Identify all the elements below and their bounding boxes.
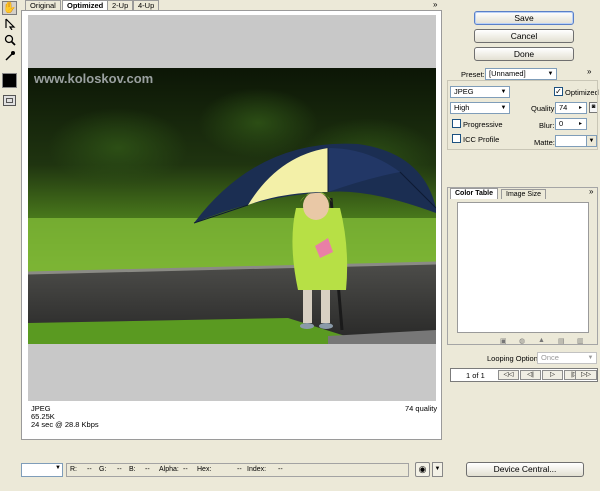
save-button[interactable]: Save bbox=[474, 11, 574, 25]
eyedropper-icon[interactable] bbox=[2, 49, 17, 63]
color-swatch[interactable] bbox=[2, 73, 17, 88]
frame-counter: 1 of 1 bbox=[466, 371, 485, 380]
preset-select[interactable]: [Unnamed] ▼ bbox=[485, 68, 557, 80]
looping-value: Once bbox=[541, 353, 559, 362]
index-value: -- bbox=[278, 466, 283, 473]
r-label: R: bbox=[70, 466, 77, 473]
preset-value: [Unnamed] bbox=[489, 69, 526, 78]
trash-icon[interactable]: ▥ bbox=[577, 337, 584, 345]
index-label: Index: bbox=[247, 466, 267, 473]
zoom-icon[interactable] bbox=[2, 33, 17, 47]
alpha-value: -- bbox=[183, 466, 188, 473]
last-frame-icon[interactable]: ▷▷ bbox=[575, 370, 597, 380]
r-value: -- bbox=[87, 466, 92, 473]
browser-menu-chevron-icon[interactable]: ▼ bbox=[432, 462, 443, 477]
prev-frame-icon[interactable]: ◁| bbox=[520, 370, 541, 380]
b-value: -- bbox=[145, 466, 150, 473]
preview-image: www.koloskov.com bbox=[28, 68, 436, 344]
b-label: B: bbox=[129, 466, 136, 473]
g-value: -- bbox=[117, 466, 122, 473]
slice-select-icon[interactable] bbox=[2, 17, 17, 31]
alpha-label: Alpha: bbox=[159, 466, 179, 473]
looping-select[interactable]: Once ▼ bbox=[537, 352, 597, 364]
chevron-down-icon: ▼ bbox=[587, 355, 594, 361]
color-readout: R: -- G: -- B: -- Alpha: -- Hex: -- Inde… bbox=[66, 463, 409, 477]
hex-label: Hex: bbox=[197, 466, 212, 473]
info-quality: 74 quality bbox=[405, 404, 438, 413]
color-table-menu-icon[interactable]: » bbox=[589, 187, 593, 196]
chevron-down-icon: ▼ bbox=[55, 465, 61, 471]
settings-group bbox=[447, 80, 598, 150]
done-button[interactable]: Done bbox=[474, 47, 574, 61]
watermark: www.koloskov.com bbox=[33, 71, 153, 86]
panel-menu-icon[interactable]: » bbox=[433, 0, 437, 9]
color-table-swatches[interactable] bbox=[457, 202, 589, 333]
zoom-select[interactable]: ▼ bbox=[21, 463, 63, 477]
first-frame-icon[interactable]: ◁◁ bbox=[498, 370, 519, 380]
browser-preview-icon[interactable]: ◉ bbox=[415, 462, 430, 477]
play-icon[interactable]: ▷ bbox=[542, 370, 563, 380]
tab-color-table[interactable]: Color Table bbox=[450, 188, 498, 199]
new-color-icon[interactable]: ▤ bbox=[558, 337, 565, 345]
tab-image-size[interactable]: Image Size bbox=[501, 189, 547, 199]
looping-label: Looping Options: bbox=[487, 354, 544, 363]
preset-label: Preset: bbox=[461, 70, 485, 79]
hex-value: -- bbox=[237, 466, 242, 473]
info-time: 24 sec @ 28.8 Kbps bbox=[31, 420, 99, 429]
device-central-button[interactable]: Device Central... bbox=[466, 462, 584, 477]
cancel-button[interactable]: Cancel bbox=[474, 29, 574, 43]
lock-color-icon[interactable]: ▲ bbox=[538, 337, 545, 344]
toggle-slices-icon[interactable] bbox=[3, 95, 16, 106]
map-transparent-icon[interactable]: ▣ bbox=[500, 337, 507, 345]
chevron-down-icon: ▼ bbox=[547, 71, 554, 77]
hand-icon[interactable]: ✋ bbox=[2, 1, 17, 15]
optimize-menu-icon[interactable]: » bbox=[587, 67, 591, 76]
web-snap-icon[interactable]: ◍ bbox=[519, 337, 525, 345]
g-label: G: bbox=[99, 466, 107, 473]
